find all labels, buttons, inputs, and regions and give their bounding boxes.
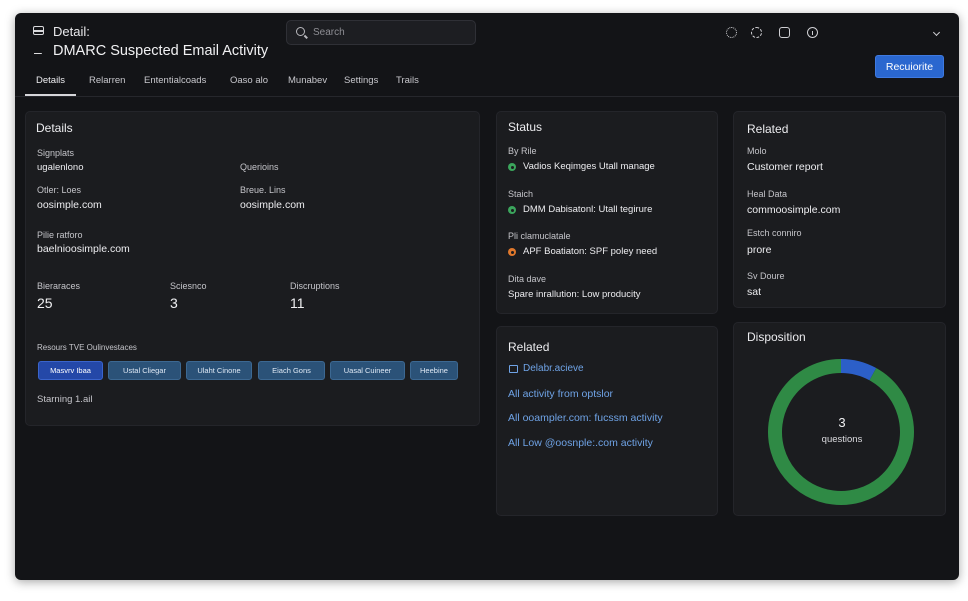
related-label: Estch conniro: [747, 228, 802, 238]
tab-munabev[interactable]: Munabev: [288, 75, 327, 95]
tab-oaso-alo[interactable]: Oaso alo: [230, 75, 268, 95]
related-info-title: Related: [747, 122, 789, 136]
disposition-title: Disposition: [747, 330, 806, 344]
field-label: Pilie ratforo: [37, 230, 83, 240]
message-icon[interactable]: [779, 27, 790, 38]
resource-chip[interactable]: Ustal Cliegar: [108, 361, 181, 380]
disposition-unit: questions: [821, 434, 863, 445]
related-value: sat: [747, 286, 762, 298]
resource-chip[interactable]: Masvrv Ibaa: [38, 361, 103, 380]
disposition-donut: [768, 359, 914, 505]
field-value: oosimple.com: [37, 199, 102, 211]
field-value: ugalenlono: [37, 162, 84, 173]
disposition-count: 3: [838, 415, 846, 430]
related-value: commoosimple.com: [747, 204, 841, 216]
field-value: oosimple.com: [240, 199, 305, 211]
primary-action-button[interactable]: Recuiorite: [875, 55, 944, 78]
title-dash: –: [34, 44, 42, 60]
status-value: DMM Dabisatonl: Utall tegirure: [523, 204, 653, 215]
field-label: Otler: Loes: [37, 185, 82, 195]
spinner-icon[interactable]: [726, 27, 737, 38]
metric-value: 25: [37, 295, 53, 311]
field-label: Signplats: [37, 148, 75, 158]
tab-ententialcoads[interactable]: Ententialcoads: [144, 75, 206, 95]
related-link[interactable]: All ooampler.com: fucssm activity: [508, 412, 663, 424]
related-link[interactable]: All Low @oosnple:.com activity: [508, 437, 653, 449]
search-input[interactable]: [313, 24, 468, 41]
tab-details[interactable]: Details: [24, 75, 77, 96]
related-value: Customer report: [747, 161, 823, 173]
field-label: Querioins: [240, 162, 279, 172]
info-icon[interactable]: [807, 27, 818, 38]
window-icon: [33, 26, 44, 35]
tab-settings[interactable]: Settings: [344, 75, 378, 95]
status-label: Pli clamuclatale: [508, 231, 571, 241]
chevron-down-icon[interactable]: [932, 28, 941, 37]
metric-label: Discruptions: [290, 281, 340, 291]
tab-relarren[interactable]: Relarren: [89, 75, 125, 95]
status-dot-icon: [508, 248, 516, 256]
related-label: Molo: [747, 146, 767, 156]
field-label: Breue. Lins: [240, 185, 286, 195]
status-label: Staich: [508, 189, 534, 199]
search-icon: [296, 27, 305, 36]
metric-value: 11: [290, 295, 305, 311]
breadcrumb[interactable]: Detail:: [53, 24, 90, 39]
status-value: Spare inrallution: Low producity: [508, 289, 641, 300]
resource-chip[interactable]: Ulaht Cinone: [186, 361, 252, 380]
metric-value: 3: [170, 295, 178, 311]
related-label: Heal Data: [747, 189, 788, 199]
tab-trails[interactable]: Trails: [396, 75, 419, 95]
donut-segment-primary: [768, 359, 914, 505]
search-box[interactable]: [286, 20, 476, 45]
status-value: APF Boatiaton: SPF poley need: [523, 246, 658, 257]
related-link[interactable]: Delabr.acieve: [523, 363, 584, 374]
resource-chip[interactable]: Uasal Cuineer: [330, 361, 405, 380]
status-label: By Rile: [508, 146, 537, 156]
tab-divider: [15, 96, 959, 97]
related-links-title: Related: [508, 340, 550, 354]
dashboard-icon: [509, 365, 518, 373]
status-dot-icon: [508, 206, 516, 214]
resource-chip[interactable]: Eiach Gons: [258, 361, 325, 380]
details-title: Details: [36, 121, 73, 135]
related-value: prore: [747, 244, 772, 256]
related-link[interactable]: All activity from optslor: [508, 388, 613, 400]
status-title: Status: [508, 120, 543, 134]
app-window: Detail: – DMARC Suspected Email Activity…: [15, 13, 959, 580]
metric-label: Sciesnco: [170, 281, 207, 291]
metric-label: Bieraraces: [37, 281, 81, 291]
status-value: Vadios Keqimges Utall manage: [523, 161, 655, 172]
field-value: baelnioosimple.com: [37, 243, 130, 255]
resource-chip[interactable]: Heebine: [410, 361, 458, 380]
page-title: DMARC Suspected Email Activity: [53, 43, 269, 59]
details-footer: Starning 1.ail: [37, 394, 93, 405]
status-label: Dita dave: [508, 274, 547, 284]
status-dot-icon: [508, 163, 516, 171]
resources-label: Resours TVE Oulinvestaces: [37, 343, 137, 352]
related-label: Sv Doure: [747, 271, 785, 281]
loader-icon[interactable]: [751, 27, 762, 38]
